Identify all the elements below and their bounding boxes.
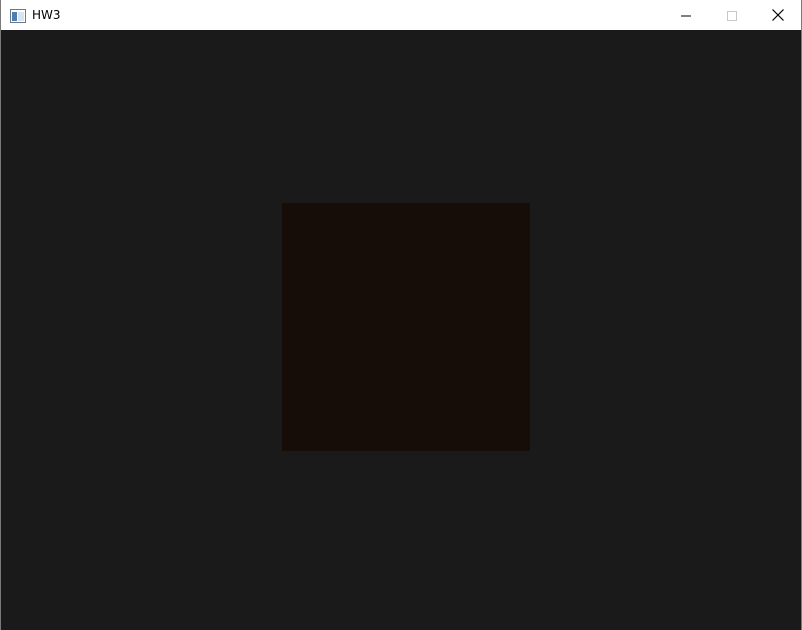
window-app-icon <box>10 8 26 23</box>
title-bar[interactable]: HW3 <box>1 0 801 30</box>
minimize-button[interactable] <box>663 0 709 30</box>
app-window: HW3 <box>0 0 802 630</box>
window-title: HW3 <box>32 8 61 22</box>
close-icon <box>772 6 784 25</box>
minimize-icon <box>681 6 691 25</box>
rendered-square <box>282 203 530 451</box>
window-controls <box>663 0 801 30</box>
render-canvas[interactable] <box>1 30 801 630</box>
close-button[interactable] <box>755 0 801 30</box>
maximize-icon <box>727 6 737 25</box>
maximize-button[interactable] <box>709 0 755 30</box>
